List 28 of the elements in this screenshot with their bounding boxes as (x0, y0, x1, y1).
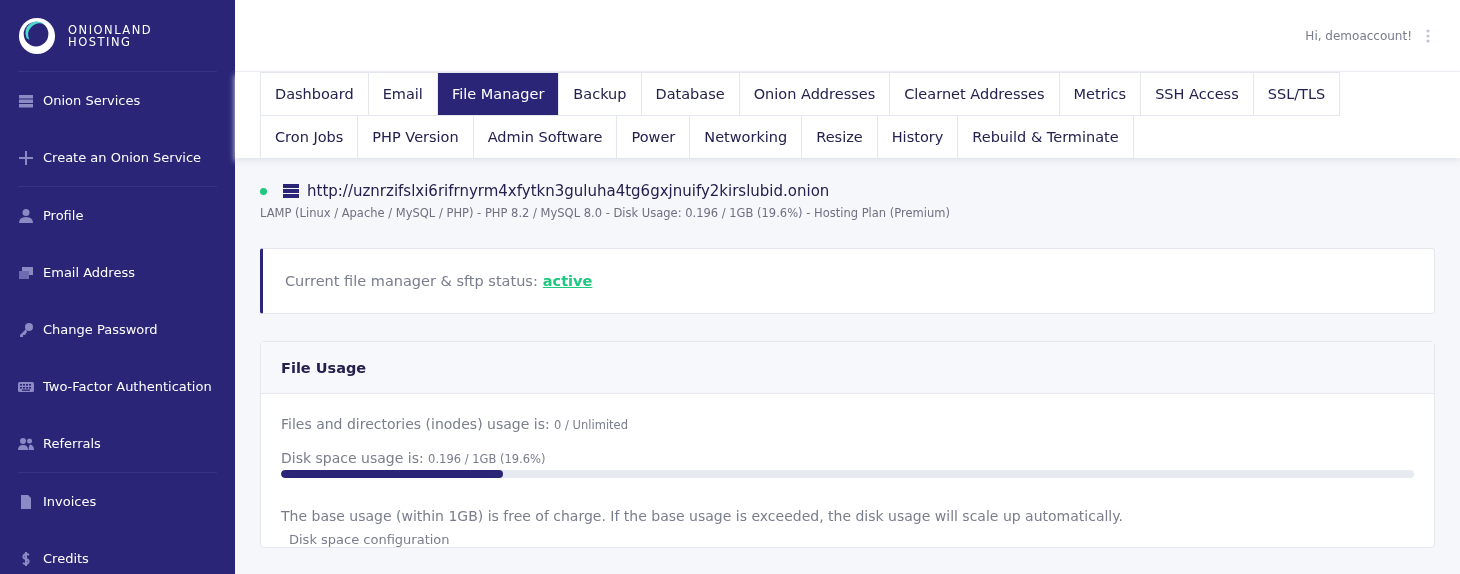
status-label: Current file manager & sftp status: (285, 273, 538, 289)
service-details: LAMP (Linux / Apache / MySQL / PHP) - PHP 8.2 / MySQL 8.0 - Disk Usage: 0.196 / 1GB (19.6%) - Hosting Plan (Premium) (260, 206, 951, 220)
inodes-label: Files and directories (inodes) usage is: (281, 416, 550, 432)
usage-note: The base usage (within 1GB) is free of charge. If the base usage is exceeded, the disk usage will scale up automatically. (281, 508, 1124, 524)
sidebar-item[interactable]: Onion Services (18, 72, 217, 129)
disk-config-label: Disk space configuration (289, 532, 451, 547)
brand-name: ONIONLAND HOSTING (68, 23, 153, 48)
service-url-link[interactable]: http://uznrzifslxi6rifrnyrm4xfytkn3guluha4tg6gxjnuify2kirslubid.onion (307, 182, 830, 200)
sidebar-item[interactable]: Invoices (18, 473, 217, 530)
sidebar-item[interactable]: Referrals (18, 415, 217, 472)
tab[interactable]: SSL/TLS (1252, 72, 1341, 116)
card-title: File Usage (261, 342, 1434, 394)
disk-value: 0.196 / 1GB (19.6%) (428, 452, 546, 466)
inodes-value: 0 / Unlimited (554, 418, 628, 432)
sidebar-item[interactable]: Email Address (18, 244, 217, 301)
sidebar-item[interactable]: Profile (18, 187, 217, 244)
tab[interactable]: Dashboard (260, 72, 369, 116)
tab[interactable]: Metrics (1058, 72, 1142, 116)
greeting: Hi, demoaccount! (1305, 28, 1412, 43)
disk-label: Disk space usage is: (281, 450, 424, 466)
sidebar-item[interactable]: Create an Onion Service (18, 129, 217, 186)
tab[interactable]: SSH Access (1140, 72, 1254, 116)
sidebar-item[interactable]: Two-Factor Authentication (18, 358, 217, 415)
sidebar-item[interactable]: Change Password (18, 301, 217, 358)
tab[interactable]: Cron Jobs (260, 115, 359, 159)
tab[interactable]: Rebuild & Terminate (957, 115, 1134, 159)
sidebar-item[interactable]: Credits (18, 530, 217, 574)
tab[interactable]: File Manager (436, 72, 560, 116)
